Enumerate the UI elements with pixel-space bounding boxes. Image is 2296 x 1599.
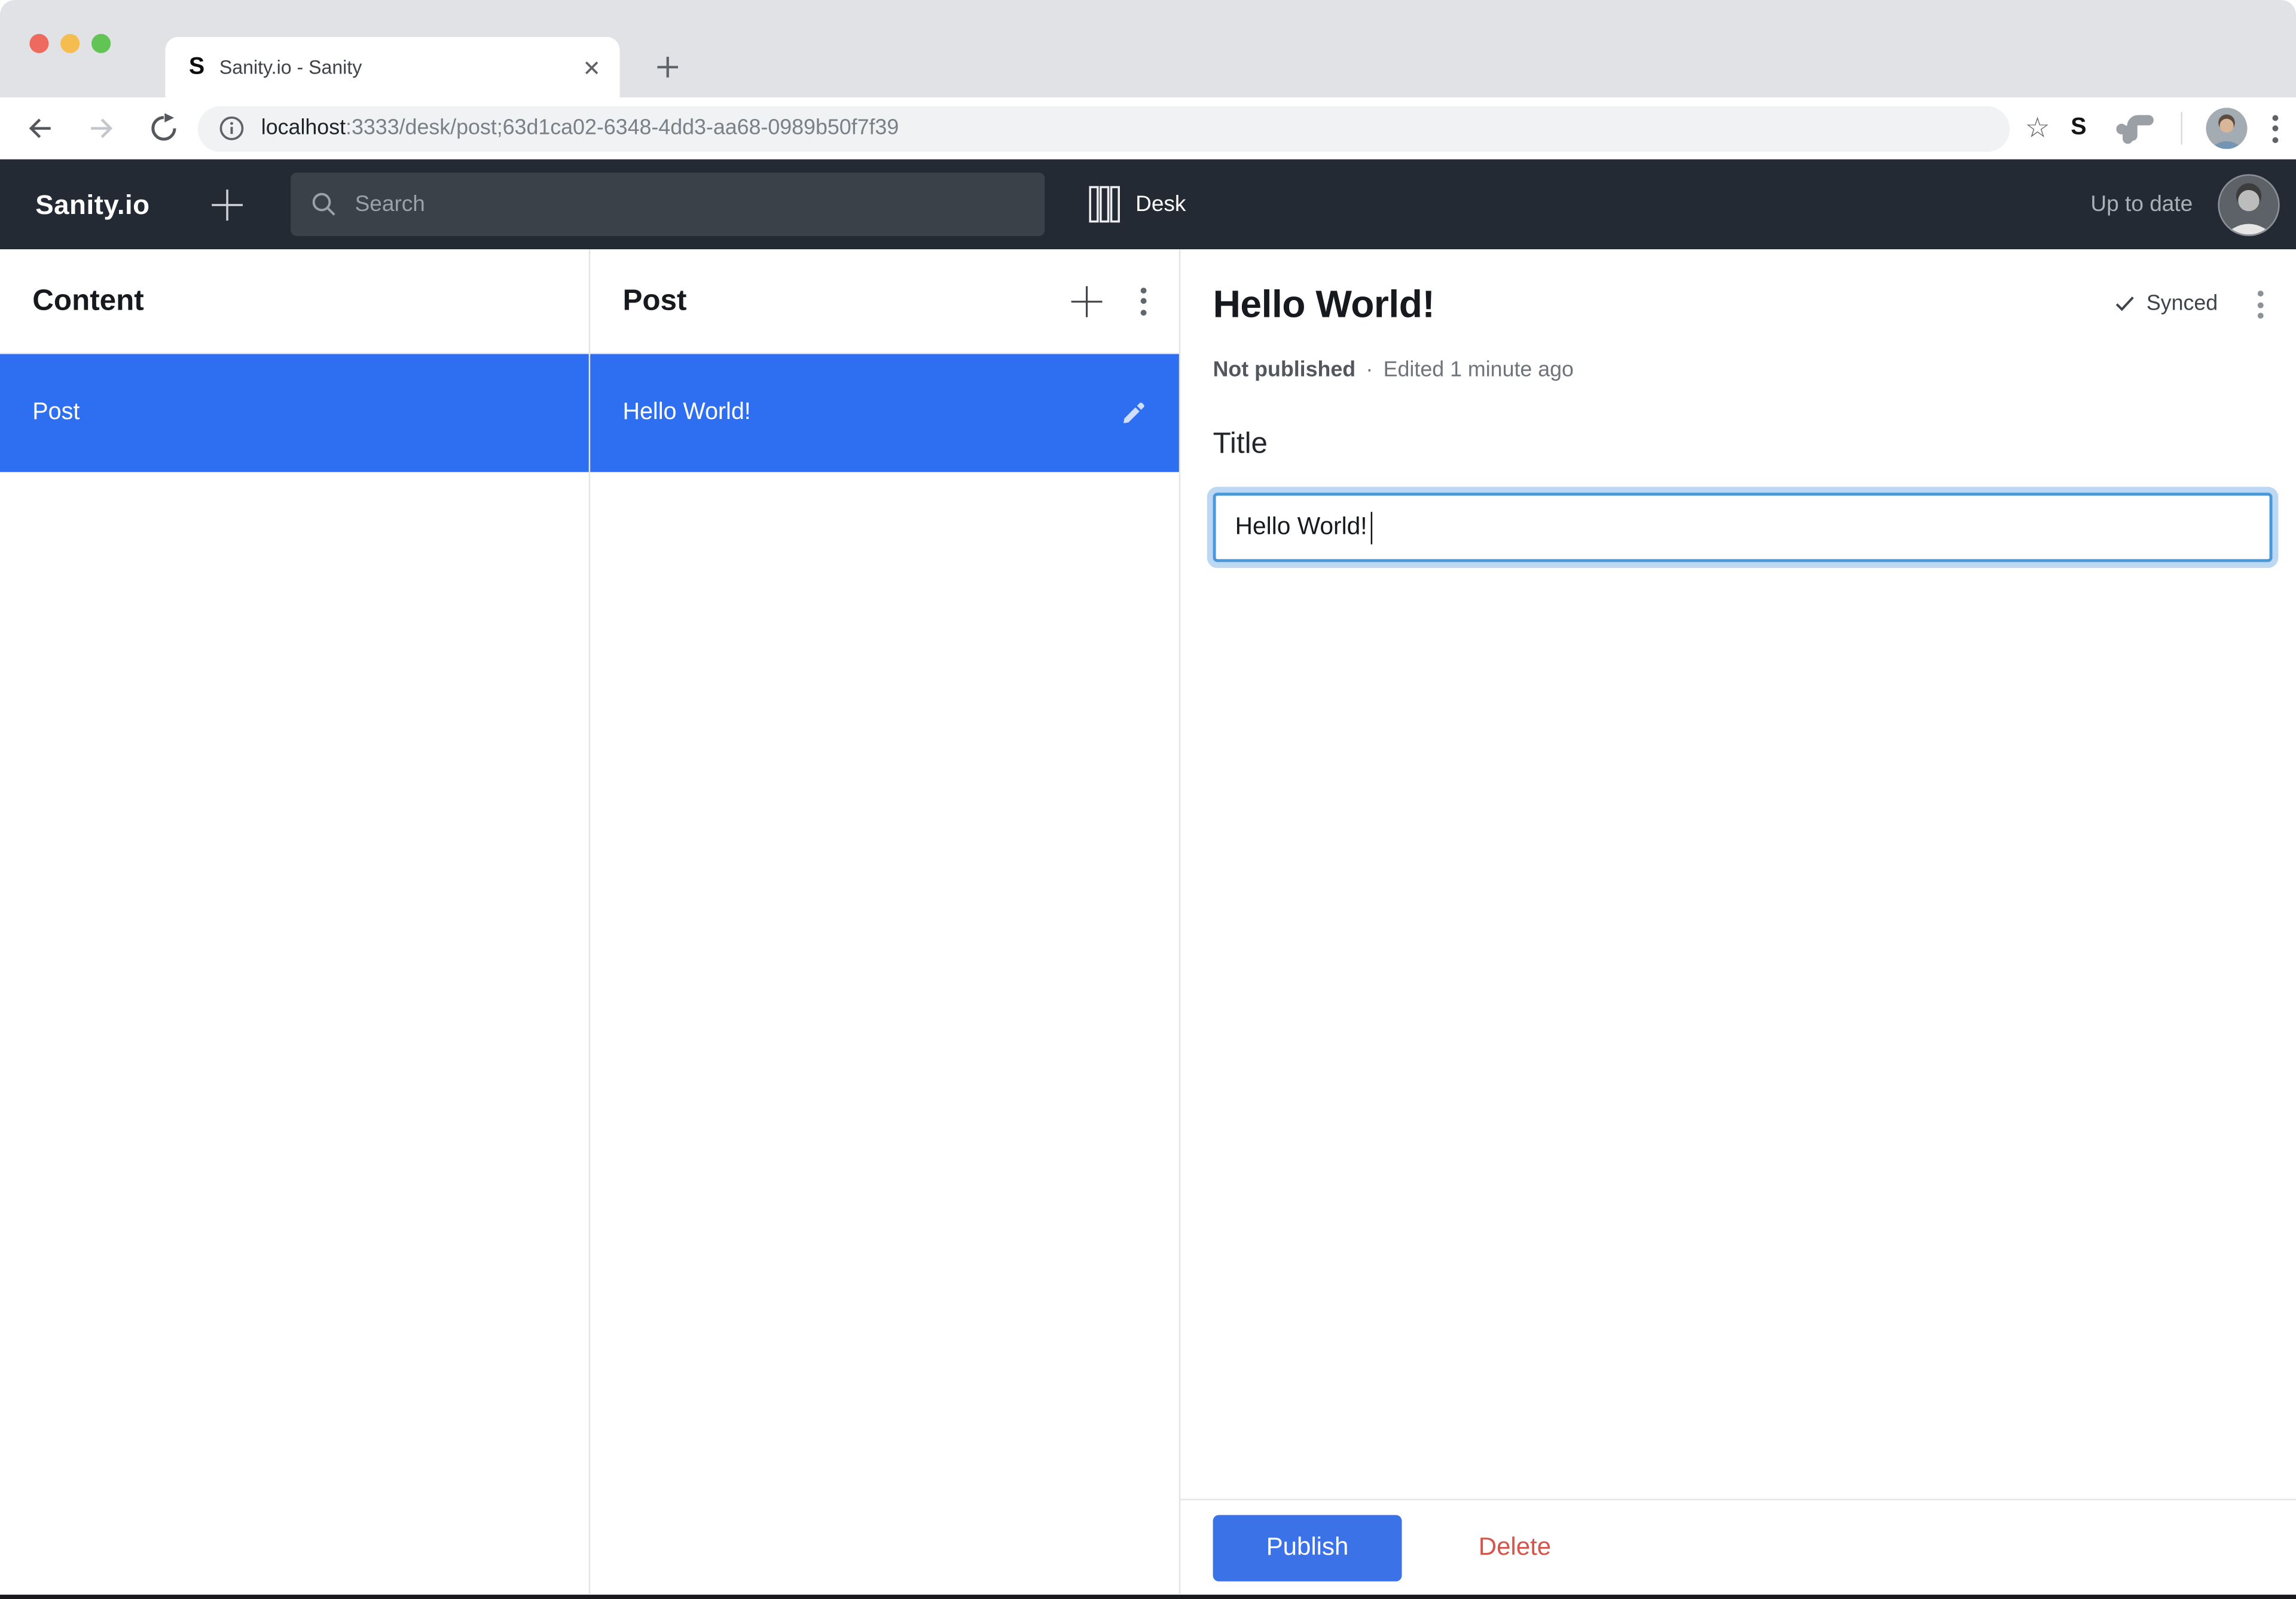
url-text: localhost:3333/desk/post;63d1ca02-6348-4… <box>261 117 899 140</box>
sanity-extension-icon[interactable]: S <box>2071 115 2086 141</box>
content-pane-header: Content <box>0 249 589 354</box>
sync-indicator: Synced <box>2114 292 2218 316</box>
window-close-button[interactable] <box>29 34 48 53</box>
publish-button[interactable]: Publish <box>1213 1514 1402 1580</box>
new-post-icon[interactable] <box>1070 284 1104 318</box>
document-menu-icon[interactable] <box>2258 291 2264 319</box>
document-editor: Hello World! Synced Not published·Edited… <box>1180 249 2296 1595</box>
list-item-label: Hello World! <box>622 400 1118 426</box>
list-item-hello-world[interactable]: Hello World! <box>590 354 1179 472</box>
edited-timestamp: Edited 1 minute ago <box>1384 359 1574 382</box>
window-bottom-edge <box>0 1595 2296 1599</box>
synced-label: Synced <box>2147 292 2218 316</box>
tab-close-icon[interactable] <box>583 58 601 76</box>
desk-tool-panes: Content Post Post Hello World! <box>0 249 2296 1595</box>
title-field-label: Title <box>1213 428 2273 462</box>
post-pane-title: Post <box>622 284 1070 318</box>
toolbar-divider <box>2181 112 2182 145</box>
text-caret <box>1370 511 1373 543</box>
title-input[interactable]: Hello World! <box>1213 493 2273 562</box>
desk-label: Desk <box>1135 192 1186 217</box>
post-pane: Post Hello World! <box>590 249 1180 1595</box>
document-meta: Not published·Edited 1 minute ago <box>1213 359 2273 382</box>
sync-status-label: Up to date <box>2090 192 2193 217</box>
document-title: Hello World! <box>1213 282 2114 328</box>
back-icon[interactable] <box>23 112 56 145</box>
content-pane-title: Content <box>32 284 556 318</box>
tool-desk[interactable]: Desk <box>1088 186 1186 223</box>
search-icon <box>309 190 337 218</box>
screen: S Sanity.io - Sanity <box>0 0 2296 1599</box>
studio-navbar: Sanity.io Desk Up to date <box>0 160 2296 250</box>
url-bar[interactable]: localhost:3333/desk/post;63d1ca02-6348-4… <box>198 105 2010 151</box>
bookmark-star-icon[interactable]: ☆ <box>2025 114 2050 142</box>
content-pane: Content Post <box>0 249 590 1595</box>
synced-check-icon <box>2114 295 2135 313</box>
desk-columns-icon <box>1088 186 1119 223</box>
search-box[interactable] <box>290 173 1044 236</box>
title-input-value: Hello World! <box>1235 513 1367 542</box>
forward-icon[interactable] <box>86 112 118 145</box>
list-item-label: Post <box>32 400 556 426</box>
post-pane-header: Post <box>590 249 1179 354</box>
page-info-icon[interactable] <box>218 115 245 141</box>
user-avatar[interactable] <box>2218 173 2280 236</box>
publish-state: Not published <box>1213 359 1356 382</box>
studio-logo[interactable]: Sanity.io <box>35 188 149 221</box>
window-controls <box>29 34 111 53</box>
editor-footer: Publish Delete <box>1180 1499 2296 1594</box>
new-tab-button[interactable] <box>655 54 680 80</box>
list-item-post-type[interactable]: Post <box>0 354 589 472</box>
tab-title: Sanity.io - Sanity <box>219 56 583 78</box>
window-zoom-button[interactable] <box>91 34 111 53</box>
browser-toolbar: localhost:3333/desk/post;63d1ca02-6348-4… <box>0 97 2296 160</box>
pane-menu-icon[interactable] <box>1141 287 1147 315</box>
browser-profile-avatar[interactable] <box>2206 108 2247 149</box>
create-new-document-icon[interactable] <box>209 187 244 222</box>
reload-icon[interactable] <box>148 112 180 145</box>
delete-button[interactable]: Delete <box>1470 1531 1560 1564</box>
tag-assistant-extension-icon[interactable] <box>2114 108 2155 149</box>
window-minimize-button[interactable] <box>60 34 80 53</box>
sanity-favicon-icon: S <box>189 56 204 79</box>
tab-strip: S Sanity.io - Sanity <box>0 0 2296 97</box>
browser-menu-icon[interactable] <box>2273 114 2279 142</box>
search-input[interactable] <box>352 190 1025 218</box>
browser-window: S Sanity.io - Sanity <box>0 0 2296 1599</box>
browser-tab[interactable]: S Sanity.io - Sanity <box>165 37 619 97</box>
edit-pencil-icon <box>1119 399 1147 427</box>
